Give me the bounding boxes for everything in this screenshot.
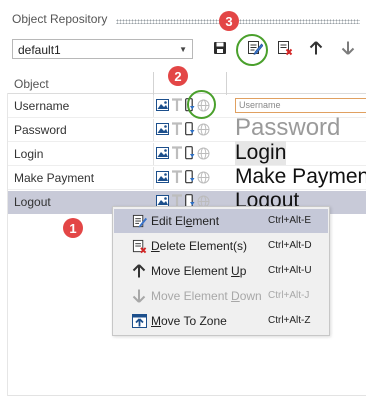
column-divider[interactable] (153, 72, 154, 95)
table-row-make-payment[interactable]: Make Payment Make Paymen (8, 165, 366, 190)
image-icon[interactable] (156, 123, 169, 135)
menu-item-edit-element[interactable]: Edit Element Ctrl+Alt-E (114, 209, 328, 233)
arrow-up-icon (131, 264, 147, 278)
row-icons (156, 122, 210, 136)
delete-element-icon (278, 41, 293, 56)
text-icon[interactable] (171, 170, 183, 184)
menu-item-label: Move Element Up (151, 264, 247, 278)
object-name: Username (14, 99, 70, 113)
object-name: Password (14, 123, 67, 137)
image-icon[interactable] (156, 99, 169, 111)
mobile-element-icon[interactable] (185, 146, 195, 160)
panel-bottom-border (8, 395, 366, 396)
element-preview: Make Paymen (235, 165, 366, 188)
menu-item-label: Delete Element(s) (151, 239, 248, 253)
edit-element-icon (131, 214, 147, 228)
column-divider[interactable] (226, 72, 227, 95)
cell-divider (153, 167, 154, 189)
repository-select[interactable]: default1 ▼ (12, 39, 193, 59)
chevron-down-icon: ▼ (179, 45, 187, 54)
menu-item-shortcut: Ctrl+Alt-J (268, 290, 310, 301)
callout-badge-3: 3 (219, 11, 239, 31)
move-down-button[interactable] (338, 37, 358, 59)
cell-divider (153, 95, 154, 117)
image-icon[interactable] (156, 171, 169, 183)
cell-divider (153, 143, 154, 165)
callout-badge-2: 2 (168, 66, 188, 86)
element-preview: Login (235, 141, 287, 165)
cell-divider (153, 119, 154, 141)
save-icon (214, 42, 226, 54)
column-header-object: Object (14, 77, 49, 91)
menu-item-shortcut: Ctrl+Alt-D (268, 240, 312, 251)
table-row-login[interactable]: Login Login (8, 141, 366, 166)
callout-badge-1: 1 (63, 218, 83, 238)
globe-icon[interactable] (197, 147, 210, 160)
text-icon[interactable] (171, 122, 183, 136)
menu-item-label: Move To Zone (151, 314, 227, 328)
text-icon[interactable] (171, 146, 183, 160)
menu-item-shortcut: Ctrl+Alt-Z (268, 315, 311, 326)
menu-item-move-element-down[interactable]: Move Element Down Ctrl+Alt-J (114, 284, 328, 308)
row-icons (156, 170, 210, 184)
element-preview: Password (235, 114, 341, 141)
text-icon[interactable] (171, 98, 183, 112)
context-menu: Edit Element Ctrl+Alt-E Delete Element(s… (112, 206, 330, 336)
globe-icon[interactable] (197, 123, 210, 136)
globe-icon[interactable] (197, 171, 210, 184)
move-up-button[interactable] (306, 37, 326, 59)
save-button[interactable] (210, 37, 230, 59)
row-icons (156, 146, 210, 160)
arrow-down-icon (131, 289, 147, 303)
username-preview-field: Username (235, 98, 366, 113)
panel-title: Object Repository (12, 12, 108, 26)
menu-item-shortcut: Ctrl+Alt-U (268, 265, 312, 276)
mobile-element-icon[interactable] (185, 170, 195, 184)
menu-item-shortcut: Ctrl+Alt-E (268, 215, 312, 226)
move-to-zone-icon (131, 314, 147, 328)
object-name: Make Payment (14, 171, 95, 185)
object-name: Logout (14, 195, 51, 209)
arrow-down-icon (341, 41, 355, 55)
arrow-up-icon (309, 41, 323, 55)
highlight-ring-edit-button (236, 34, 268, 66)
highlight-ring-mobile-icon (187, 90, 216, 119)
menu-item-label: Edit Element (151, 214, 220, 228)
mobile-element-icon[interactable] (185, 122, 195, 136)
table-row-password[interactable]: Password Password (8, 114, 366, 142)
menu-item-delete-elements[interactable]: Delete Element(s) Ctrl+Alt-D (114, 234, 328, 258)
menu-item-label: Move Element Down (151, 289, 262, 303)
object-name: Login (14, 147, 44, 161)
menu-item-move-to-zone[interactable]: Move To Zone Ctrl+Alt-Z (114, 309, 328, 333)
menu-item-move-element-up[interactable]: Move Element Up Ctrl+Alt-U (114, 259, 328, 283)
repository-select-value: default1 (18, 43, 61, 57)
delete-element-icon (131, 239, 147, 253)
delete-element-button[interactable] (275, 37, 295, 59)
image-icon[interactable] (156, 147, 169, 159)
